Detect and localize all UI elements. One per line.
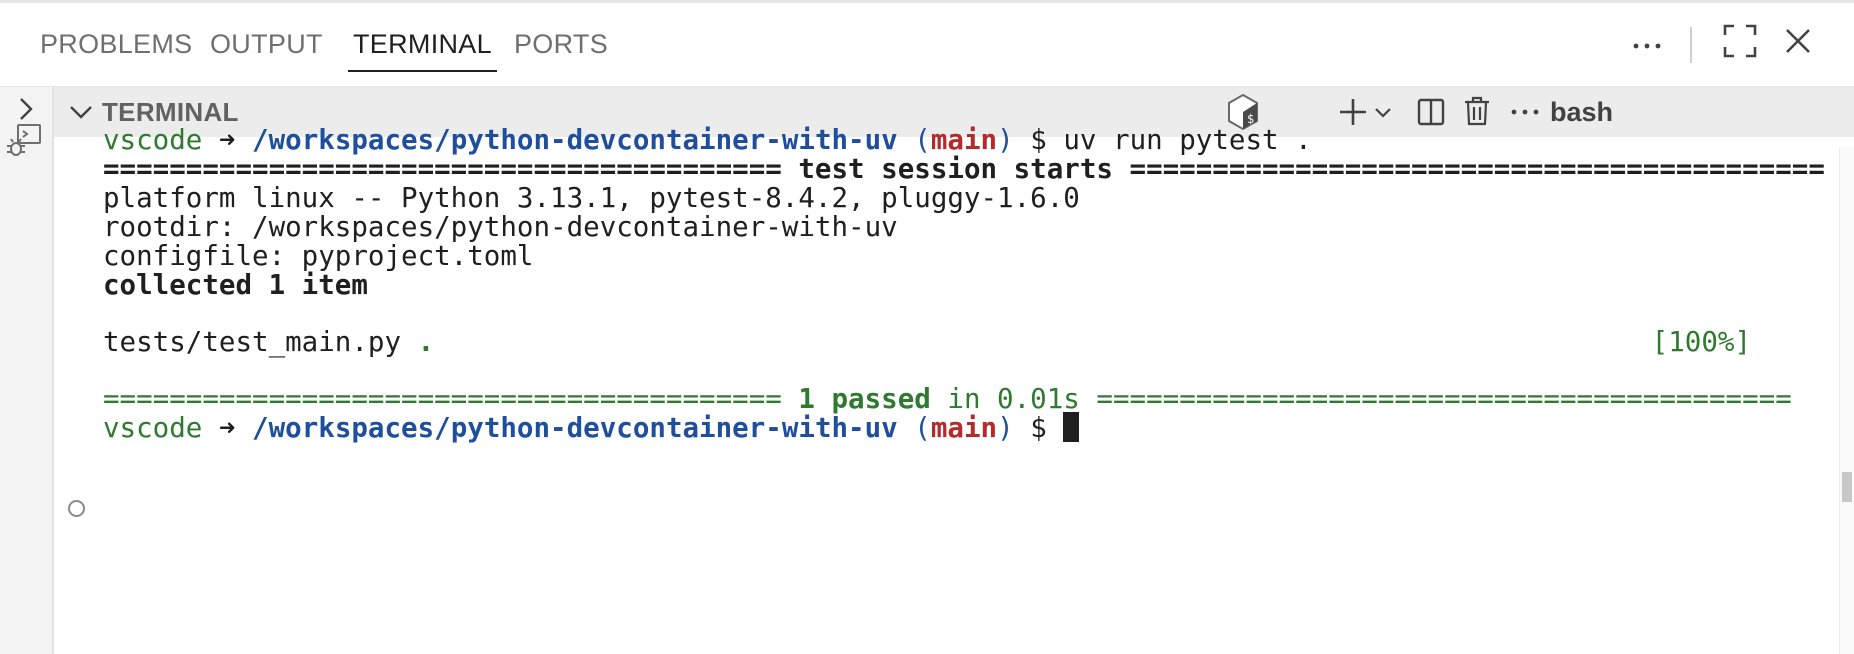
tab-terminal[interactable]: TERMINAL	[348, 3, 497, 86]
terminal-tabs-strip	[0, 87, 54, 654]
more-actions-icon[interactable]	[1630, 29, 1664, 63]
panel-tab-bar: PROBLEMS OUTPUT TERMINAL PORTS	[0, 3, 1854, 87]
toolbar-divider	[1690, 27, 1692, 63]
terminal-cursor	[1063, 412, 1080, 442]
tab-output[interactable]: OUTPUT	[210, 3, 323, 86]
new-terminal-plus-icon[interactable]	[1338, 97, 1368, 127]
terminal-output[interactable]: vscode ➜ /workspaces/python-devcontainer…	[54, 124, 1854, 654]
debug-console-icon[interactable]	[4, 121, 44, 161]
test-progress-percent: [100%]	[1651, 326, 1751, 358]
collected-line: collected 1 item	[103, 269, 368, 301]
chevron-right-icon[interactable]	[12, 95, 40, 123]
terminal-scrollbar[interactable]	[1839, 147, 1854, 654]
command-decoration-icon[interactable]	[68, 500, 85, 517]
terminal-more-actions-icon[interactable]	[1508, 95, 1542, 129]
test-result-line: tests/test_main.py . [100%]	[103, 326, 1751, 358]
maximize-panel-icon[interactable]	[1722, 23, 1758, 59]
kill-terminal-trash-icon[interactable]	[1462, 95, 1492, 127]
tab-ports[interactable]: PORTS	[514, 3, 608, 86]
current-prompt-line: vscode ➜ /workspaces/python-devcontainer…	[103, 411, 1080, 445]
launch-profile-chevron-icon[interactable]	[1372, 101, 1394, 123]
close-panel-icon[interactable]	[1782, 25, 1814, 57]
split-terminal-icon[interactable]	[1416, 97, 1446, 127]
tab-problems[interactable]: PROBLEMS	[40, 3, 192, 86]
scrollbar-thumb[interactable]	[1842, 472, 1852, 502]
terminal-shell-name[interactable]: bash	[1550, 87, 1613, 137]
chevron-down-icon[interactable]	[68, 99, 94, 125]
